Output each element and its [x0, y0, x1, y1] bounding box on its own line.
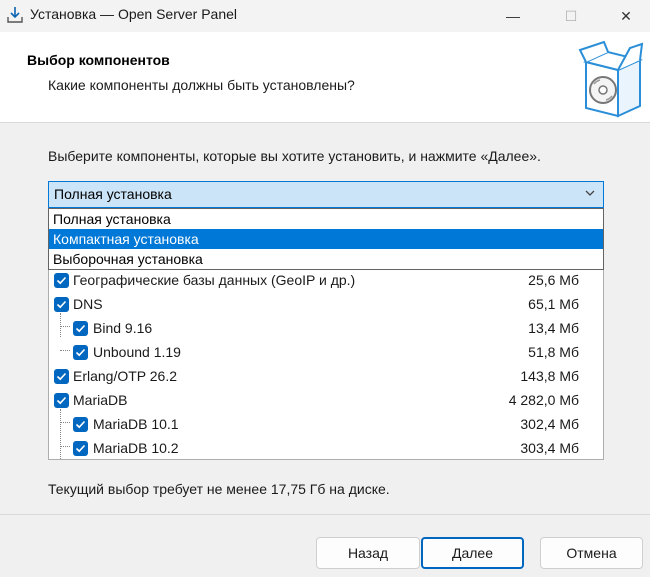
- component-name: Erlang/OTP 26.2: [73, 368, 178, 384]
- component-size: 303,4 Мб: [520, 440, 579, 456]
- close-button[interactable]: ✕: [603, 0, 649, 32]
- component-name: Bind 9.16: [93, 320, 153, 336]
- maximize-button[interactable]: ☐: [548, 0, 594, 32]
- checkbox-checked[interactable]: [73, 321, 88, 336]
- checkbox-checked[interactable]: [54, 369, 69, 384]
- component-row[interactable]: MariaDB 4 282,0 Мб: [49, 389, 603, 413]
- checkmark-icon: [75, 324, 86, 333]
- checkmark-icon: [75, 348, 86, 357]
- header-divider: [0, 122, 650, 123]
- footer-divider: [0, 514, 650, 515]
- component-row[interactable]: MariaDB 10.2 303,4 Мб: [49, 437, 603, 459]
- disk-requirement-text: Текущий выбор требует не менее 17,75 Гб …: [48, 481, 390, 497]
- instruction-text: Выберите компоненты, которые вы хотите у…: [48, 148, 541, 164]
- dropdown-option[interactable]: Выборочная установка: [49, 249, 603, 269]
- component-name: DNS: [73, 296, 103, 312]
- component-size: 51,8 Мб: [528, 344, 579, 360]
- component-name: MariaDB: [73, 392, 128, 408]
- component-row[interactable]: Географические базы данных (GeoIP и др.)…: [49, 269, 603, 293]
- component-name: MariaDB 10.1: [93, 416, 179, 432]
- component-row[interactable]: MariaDB 10.1 302,4 Мб: [49, 413, 603, 437]
- checkmark-icon: [75, 444, 86, 453]
- window-title: Установка — Open Server Panel: [30, 6, 238, 22]
- checkbox-checked[interactable]: [54, 393, 69, 408]
- component-row[interactable]: Erlang/OTP 26.2 143,8 Мб: [49, 365, 603, 389]
- component-size: 25,6 Мб: [528, 272, 579, 288]
- checkmark-icon: [75, 420, 86, 429]
- component-row[interactable]: Bind 9.16 13,4 Мб: [49, 317, 603, 341]
- wizard-header: Выбор компонентов Какие компоненты должн…: [0, 32, 650, 122]
- checkbox-checked[interactable]: [73, 345, 88, 360]
- close-icon: ✕: [620, 7, 632, 24]
- page-title: Выбор компонентов: [27, 52, 170, 68]
- page-subtitle: Какие компоненты должны быть установлены…: [48, 77, 355, 93]
- component-size: 65,1 Мб: [528, 296, 579, 312]
- minimize-icon: —: [506, 8, 520, 24]
- component-row[interactable]: DNS 65,1 Мб: [49, 293, 603, 317]
- cancel-button[interactable]: Отмена: [540, 537, 643, 569]
- component-row[interactable]: Unbound 1.19 51,8 Мб: [49, 341, 603, 365]
- checkbox-checked[interactable]: [73, 417, 88, 432]
- next-button[interactable]: Далее: [421, 537, 524, 569]
- checkmark-icon: [56, 396, 67, 405]
- checkmark-icon: [56, 300, 67, 309]
- checkmark-icon: [56, 276, 67, 285]
- checkmark-icon: [56, 372, 67, 381]
- back-button[interactable]: Назад: [316, 537, 420, 569]
- checkbox-checked[interactable]: [73, 441, 88, 456]
- component-size: 302,4 Мб: [520, 416, 579, 432]
- software-box-icon: [578, 40, 644, 118]
- minimize-button[interactable]: —: [490, 0, 536, 32]
- install-type-dropdown-list[interactable]: Полная установка Компактная установка Вы…: [48, 208, 604, 270]
- install-type-value: Полная установка: [54, 186, 172, 202]
- checkbox-checked[interactable]: [54, 297, 69, 312]
- maximize-icon: ☐: [564, 7, 578, 24]
- dropdown-option-highlighted[interactable]: Компактная установка: [49, 229, 603, 249]
- installer-app-icon: [7, 7, 23, 23]
- title-bar: Установка — Open Server Panel — ☐ ✕: [0, 0, 650, 32]
- install-type-combobox[interactable]: Полная установка: [48, 181, 604, 208]
- component-size: 13,4 Мб: [528, 320, 579, 336]
- dropdown-option[interactable]: Полная установка: [49, 209, 603, 229]
- checkbox-checked[interactable]: [54, 273, 69, 288]
- component-name: MariaDB 10.2: [93, 440, 179, 456]
- component-size: 143,8 Мб: [520, 368, 579, 384]
- component-name: Географические базы данных (GeoIP и др.): [73, 272, 356, 288]
- component-size: 4 282,0 Мб: [508, 392, 579, 408]
- chevron-down-icon: [585, 190, 595, 196]
- component-name: Unbound 1.19: [93, 344, 181, 360]
